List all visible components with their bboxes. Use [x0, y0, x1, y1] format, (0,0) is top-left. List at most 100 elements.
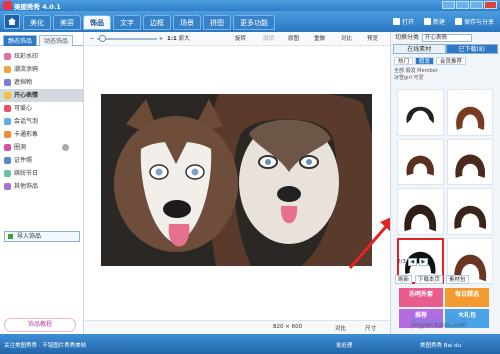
material-tabs: 在线素材 已下载(8)	[393, 44, 498, 54]
tab-scene[interactable]: 场景	[173, 15, 201, 30]
zoom-out-icon[interactable]: −	[90, 36, 95, 42]
subtab-hot[interactable]: 热门	[394, 57, 414, 65]
minimize-button[interactable]	[456, 1, 469, 9]
material-subtabs: 热门 假发 会员推荐	[394, 57, 497, 65]
tab-frame[interactable]: 边框	[143, 15, 171, 30]
canvas-toolbar: − + 1:1 原大 旋转 撤销 原图 重做 对比 预览	[85, 32, 390, 46]
category-item[interactable]: 卡通形象	[0, 128, 83, 141]
subtab-wig[interactable]: 假发	[415, 57, 435, 65]
subtab-member[interactable]: 会员推荐	[436, 57, 467, 65]
category-item[interactable]: 可爱心	[0, 102, 83, 115]
home-icon[interactable]	[4, 14, 20, 29]
open-button[interactable]: 打开	[392, 17, 414, 26]
skin-button[interactable]	[442, 1, 455, 9]
smiley-icon	[4, 92, 11, 99]
edited-photo[interactable]	[101, 94, 372, 266]
zoom-slider[interactable]	[96, 35, 157, 42]
wig-thumbnail[interactable]	[446, 138, 493, 185]
next-page-button[interactable]: ▶	[418, 258, 428, 266]
actual-size-button[interactable]: 1:1 原大	[167, 35, 190, 43]
maximize-button[interactable]	[470, 1, 483, 9]
category-select[interactable]: 开心表情	[422, 34, 473, 42]
category-switch: 切换分类 开心表情	[391, 32, 500, 44]
tab-online-materials[interactable]: 在线素材	[393, 44, 446, 54]
zoom-thumb[interactable]	[98, 35, 106, 42]
wig-thumbnail[interactable]	[446, 89, 493, 136]
app-title: 美图秀秀 4.0.1	[14, 3, 61, 11]
wig-thumbnail[interactable]	[446, 188, 493, 235]
category-item[interactable]: 潮流涂鸦	[0, 63, 83, 76]
right-panel: 切换分类 开心表情 在线素材 已下载(8) 热门 假发 会员推荐 全部 假发 M…	[390, 32, 500, 334]
compare-button[interactable]: 对比	[341, 35, 352, 43]
bob-wig-icon	[406, 155, 434, 176]
watermark-url: jingyan.baidu.com	[411, 322, 467, 329]
other-icon	[4, 183, 11, 190]
brand-link[interactable]: 美图秀秀 Bai du	[420, 341, 461, 349]
tab-downloaded[interactable]: 已下载(8)	[445, 44, 498, 54]
category-item[interactable]: 证件照	[0, 154, 83, 167]
long-dark-wig-icon	[404, 204, 437, 232]
wig-grid	[397, 89, 493, 284]
wig-thumbnail[interactable]	[397, 138, 444, 185]
redo-button[interactable]: 重做	[314, 35, 325, 43]
rotate-button[interactable]: 旋转	[235, 35, 246, 43]
new-button[interactable]: 新建	[423, 17, 445, 26]
close-button[interactable]	[484, 1, 497, 9]
category-item[interactable]: 会话气泡	[0, 115, 83, 128]
save-icon	[454, 18, 462, 25]
batch-button[interactable]: 批处理	[336, 341, 353, 349]
folder-icon	[392, 18, 400, 25]
heart-icon	[4, 105, 11, 112]
brown-wig-icon	[455, 106, 484, 131]
original-button[interactable]: 原图	[288, 35, 299, 43]
category-item[interactable]: 炫彩水印	[0, 50, 83, 63]
promo-banner[interactable]: 每日精选	[445, 288, 489, 307]
preview-button[interactable]: 预览	[367, 35, 378, 43]
accessory-type-tabs: 静态饰品 动态饰品	[0, 32, 83, 46]
pager: 2/3 ◀ ▶	[397, 258, 428, 266]
material-actions: 刷新 下载本页 素材包	[395, 275, 469, 284]
category-item[interactable]: 遮挡物	[0, 76, 83, 89]
speech-bubble-icon	[4, 118, 11, 125]
top-actions: 打开 新建 保存与分享	[392, 17, 494, 26]
bottom-news[interactable]: 关注美图秀秀 · 不错图片秀秀美帖	[4, 341, 86, 349]
material-pack-button[interactable]: 素材包	[446, 275, 469, 284]
window-controls	[442, 1, 497, 9]
bottom-bar: 关注美图秀秀 · 不错图片秀秀美帖 批处理 美图秀秀 Bai du	[0, 334, 500, 354]
wig-thumbnail[interactable]	[397, 188, 444, 235]
wig-thumbnail[interactable]	[397, 89, 444, 136]
tab-cosmetic[interactable]: 美容	[53, 15, 81, 30]
tab-dynamic-accessories[interactable]: 动态饰品	[39, 35, 74, 46]
tutorial-button[interactable]: 饰品教程	[4, 318, 76, 332]
ruler-toggle[interactable]: 尺寸	[365, 324, 376, 332]
watermark-icon	[4, 53, 11, 60]
save-share-button[interactable]: 保存与分享	[454, 17, 494, 26]
doodle-icon	[4, 66, 11, 73]
import-accessory-button[interactable]: 导入饰品	[4, 231, 80, 242]
promo-banner[interactable]: 乐呵外套	[399, 288, 443, 307]
tab-more[interactable]: 更多功能	[233, 15, 275, 30]
download-page-button[interactable]: 下载本页	[415, 275, 444, 284]
tab-collage[interactable]: 拼图	[203, 15, 231, 30]
tab-static-accessories[interactable]: 静态饰品	[3, 35, 38, 46]
zoom-in-icon[interactable]: +	[159, 36, 164, 42]
tab-text[interactable]: 文字	[113, 15, 141, 30]
new-icon	[423, 18, 431, 25]
mask-icon	[4, 79, 11, 86]
category-item[interactable]: 圈洞	[0, 141, 83, 154]
refresh-button[interactable]: 刷新	[395, 275, 413, 284]
prev-page-button[interactable]: ◀	[407, 258, 417, 266]
category-item[interactable]: 其他饰品	[0, 180, 83, 193]
canvas-status-bar: 820 × 600 对比 尺寸	[85, 320, 390, 334]
title-bar: 美图秀秀 4.0.1	[0, 0, 500, 11]
short-black-wig-icon	[406, 106, 434, 124]
undo-button[interactable]: 撤销	[263, 35, 274, 43]
category-item[interactable]: 开心表情	[0, 89, 83, 102]
tab-accessories[interactable]: 饰品	[83, 15, 111, 30]
category-list: 炫彩水印 潮流涂鸦 遮挡物 开心表情 可爱心 会话气泡 卡通形象 圈洞 证件照 …	[0, 46, 83, 193]
husky-photo-image	[101, 94, 372, 266]
compare-toggle[interactable]: 对比	[335, 324, 346, 332]
category-item[interactable]: 缤纷节日	[0, 167, 83, 180]
id-photo-icon	[4, 157, 11, 164]
tab-beautify[interactable]: 美化	[23, 15, 51, 30]
